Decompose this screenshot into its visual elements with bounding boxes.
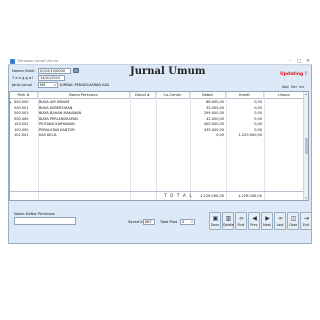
clear-button[interactable]: ◫ Clear	[287, 212, 299, 230]
first-button-label: First	[237, 223, 245, 227]
delete-button[interactable]: ▥ Delete	[222, 212, 234, 230]
back-arrow-icon: ◀	[252, 215, 257, 222]
window-title: Transaksi Jurnal Umum	[17, 59, 59, 63]
minimize-button[interactable]: –	[286, 58, 294, 65]
column-divider	[226, 92, 227, 200]
nomor-bukti-input[interactable]: JU/10/10/0000	[38, 68, 71, 74]
page-title: Jurnal Umum	[130, 66, 206, 77]
total-debet: 1.229.000,00	[199, 194, 224, 198]
grid-add-link[interactable]: Add	[282, 85, 289, 89]
binoculars-icon: ∞	[278, 215, 283, 222]
title-bar: Transaksi Jurnal Umum – □ ✕	[8, 58, 312, 65]
col-detail[interactable]: Detail #	[130, 92, 156, 99]
col-nama-perkiraan[interactable]: Nama Perkiraan	[38, 92, 130, 99]
prev-button-label: Prev	[250, 223, 258, 227]
jenis-jurnal-description: JURNAL PENGELUARAN KAS	[60, 83, 110, 87]
journal-grid[interactable]: Perk # Nama Perkiraan Detail # Co-Center…	[9, 91, 309, 201]
next-button[interactable]: ▶ Next	[261, 212, 273, 230]
jenis-jurnal-value: KM	[40, 83, 46, 87]
cell-cc[interactable]	[156, 133, 190, 139]
close-button[interactable]: ✕	[304, 58, 312, 65]
col-co-center[interactable]: Co-Center	[156, 92, 190, 99]
app-icon	[10, 59, 15, 64]
cell-nama[interactable]: KAS KECIL	[38, 133, 130, 139]
cell-perk[interactable]: 101.001	[10, 133, 38, 139]
trash-icon: ▥	[225, 215, 232, 222]
nomor-bukti-label: Nomor Bukti	[12, 69, 35, 73]
column-divider	[130, 92, 131, 200]
total-label: T O T A L	[164, 193, 193, 198]
nama-daftar-perkiraan-field[interactable]	[14, 217, 76, 225]
prev-button[interactable]: ◀ Prev	[248, 212, 260, 230]
grid-ins-link[interactable]: Ins	[299, 85, 304, 89]
cell-detail[interactable]	[130, 133, 156, 139]
scroll-down-icon[interactable]: ▾	[304, 196, 308, 200]
cell-uraian[interactable]	[264, 133, 305, 139]
jenis-jurnal-select[interactable]: KM ▾	[38, 82, 58, 88]
binoculars-icon: ∞	[239, 215, 244, 222]
nama-daftar-perkiraan-label: Nama Daftar Perkiraan	[14, 212, 56, 216]
grid-scrollbar[interactable]: ▴ ▾	[303, 92, 308, 200]
grid-del-link[interactable]: Del	[291, 85, 297, 89]
clear-button-label: Clear	[288, 223, 298, 227]
tanggal-label: T a n g g a l	[12, 76, 34, 80]
status-badge: Updating !	[280, 72, 307, 77]
maximize-button[interactable]: □	[295, 58, 303, 65]
total-post-value: 0	[182, 220, 185, 224]
col-debet[interactable]: Debet	[190, 92, 226, 99]
col-uraian[interactable]: Uraian	[264, 92, 305, 99]
search-icon[interactable]	[73, 68, 79, 73]
exit-button-label: Exit	[302, 223, 310, 227]
last-button-label: Last	[276, 223, 284, 227]
last-button[interactable]: ∞ Last	[274, 212, 286, 230]
forward-arrow-icon: ▶	[265, 215, 270, 222]
total-post-select[interactable]: 0 ▾	[180, 219, 195, 225]
column-divider	[156, 92, 157, 200]
scroll-up-icon[interactable]: ▴	[304, 92, 308, 96]
saved-by-value: 887	[143, 219, 155, 225]
column-divider	[264, 92, 265, 200]
total-post-label: Total Post	[160, 220, 178, 224]
delete-button-label: Delete	[223, 223, 234, 227]
total-kredit: 1.229.000,00	[237, 194, 262, 198]
save-button[interactable]: ▣ Save	[209, 212, 221, 230]
cell-debet[interactable]: 0,00	[190, 133, 226, 139]
total-row: T O T A L 1.229.000,00 1.229.000,00	[10, 191, 308, 199]
tanggal-input[interactable]: 14/01/2010	[38, 75, 65, 81]
cell-kredit[interactable]: 1.229.000,00	[226, 133, 264, 139]
disk-icon: ▣	[212, 215, 219, 222]
column-divider	[190, 92, 191, 200]
scrollbar-thumb[interactable]	[305, 138, 308, 154]
eraser-icon: ◫	[290, 215, 297, 222]
save-button-label: Save	[210, 223, 220, 227]
exit-button[interactable]: ⇥ Exit	[300, 212, 312, 230]
col-perk[interactable]: Perk #	[10, 92, 38, 99]
chevron-down-icon: ▾	[54, 83, 56, 87]
jenis-jurnal-label: Jenis Jurnal	[12, 83, 32, 87]
column-divider	[38, 92, 39, 200]
col-kredit[interactable]: Kredit	[226, 92, 264, 99]
door-icon: ⇥	[303, 215, 310, 222]
chevron-down-icon: ▾	[191, 220, 193, 224]
next-button-label: Next	[263, 223, 271, 227]
first-button[interactable]: ∞ First	[235, 212, 247, 230]
